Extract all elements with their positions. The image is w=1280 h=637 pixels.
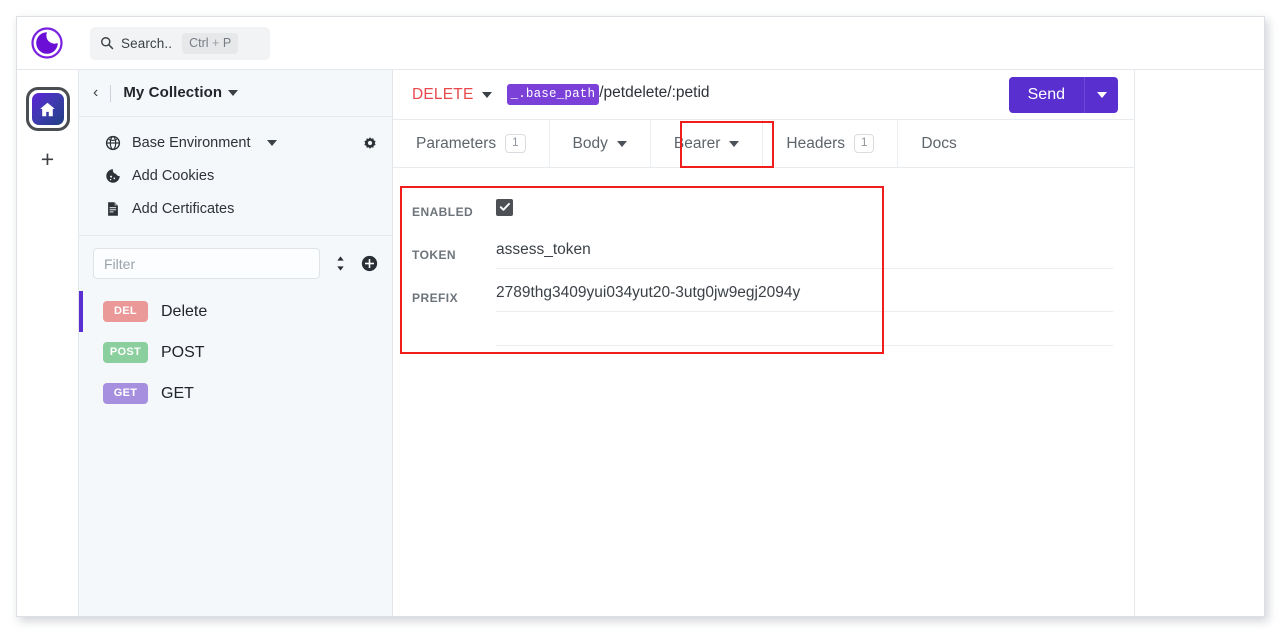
header-divider [110, 84, 112, 102]
tab-label: Headers [786, 134, 845, 152]
checkmark-icon [499, 202, 510, 211]
shortcut-plus: + [212, 35, 220, 50]
token-label: TOKEN [412, 247, 457, 262]
request-row-post[interactable]: POST POST [79, 332, 392, 373]
bearer-auth-form: ENABLED TOKEN assess_token PREFIX 2789th… [393, 168, 1134, 346]
home-button[interactable] [25, 87, 70, 131]
method-badge: POST [103, 342, 148, 363]
url-bar: DELETE _.base_path/petdelete/:petid Send [393, 70, 1134, 120]
send-group: Send [1008, 76, 1118, 113]
add-cookies-button[interactable]: Add Cookies [79, 159, 392, 192]
url-template-variable: _.base_path [506, 84, 600, 105]
prefix-input[interactable]: 2789thg3409yui034yut20-3utg0jw9egj2094y [496, 284, 1113, 312]
sort-button[interactable] [332, 255, 349, 272]
request-label: GET [161, 384, 194, 402]
gear-icon[interactable] [362, 135, 378, 151]
filter-block [79, 235, 392, 289]
tab-badge: 1 [505, 133, 526, 154]
method-badge: GET [103, 383, 148, 404]
search-shortcut-badge: Ctrl + P [182, 32, 239, 54]
chevron-down-icon [481, 91, 492, 98]
tab-label: Parameters [416, 134, 497, 152]
chevron-down-icon [729, 140, 740, 147]
collection-header: ‹ My Collection [79, 70, 392, 116]
sort-icon [337, 256, 344, 271]
collection-title-button[interactable]: My Collection [123, 84, 239, 102]
insomnia-logo-icon [31, 27, 63, 59]
add-certificates-label: Add Certificates [132, 200, 235, 217]
body-split: + ‹ My Collection Base Environment Add C… [17, 70, 1264, 616]
environment-selector[interactable]: Base Environment [79, 126, 392, 159]
request-row-get[interactable]: GET GET [79, 373, 392, 414]
send-dropdown-button[interactable] [1084, 76, 1118, 113]
add-workspace-button[interactable]: + [33, 144, 63, 174]
search-icon [101, 37, 114, 50]
home-tile [31, 93, 64, 125]
new-request-button[interactable] [361, 255, 378, 272]
globe-icon [105, 135, 121, 150]
filter-input[interactable] [93, 248, 320, 279]
tab-badge: 1 [854, 133, 875, 154]
chevron-down-icon [1096, 91, 1107, 98]
auth-row-prefix: PREFIX 2789thg3409yui034yut20-3utg0jw9eg… [393, 276, 1134, 319]
tab-parameters[interactable]: Parameters 1 [393, 120, 550, 167]
request-pane: DELETE _.base_path/petdelete/:petid Send… [393, 70, 1135, 616]
collection-name: My Collection [123, 84, 223, 101]
response-pane [1135, 70, 1264, 616]
tab-bearer[interactable]: Bearer [651, 120, 764, 167]
insomnia-window: Search.. Ctrl + P + ‹ My Collection Base… [16, 16, 1265, 617]
tab-headers[interactable]: Headers 1 [763, 120, 899, 167]
enabled-label: ENABLED [412, 204, 474, 219]
collection-sidebar: ‹ My Collection Base Environment Add Coo… [79, 70, 393, 616]
top-bar: Search.. Ctrl + P [17, 17, 1264, 70]
tab-label: Docs [921, 134, 957, 152]
auth-row-enabled: ENABLED [393, 190, 1134, 233]
shortcut-key: P [222, 35, 232, 50]
request-row-delete[interactable]: DEL Delete [79, 291, 392, 332]
enabled-checkbox[interactable] [496, 198, 513, 216]
auth-row-token: TOKEN assess_token [393, 233, 1134, 276]
shortcut-ctrl: Ctrl [189, 35, 209, 50]
tab-body[interactable]: Body [550, 120, 651, 167]
chevron-down-icon [228, 89, 239, 96]
url-path: /petdelete/:petid [599, 84, 710, 101]
prefix-label: PREFIX [412, 290, 459, 305]
request-list: DEL Delete POST POST GET GET [79, 289, 392, 616]
workspace-rail: + [17, 70, 79, 616]
chevron-down-icon [616, 140, 627, 147]
search-input[interactable]: Search.. Ctrl + P [90, 26, 270, 60]
request-method-label: DELETE [412, 85, 474, 103]
method-badge: DEL [103, 301, 148, 322]
request-tab-strip: Parameters 1 Body Bearer Headers 1 Docs [393, 120, 1134, 168]
auth-form-filler [496, 319, 1113, 346]
environment-label: Base Environment [132, 134, 251, 151]
plus-circle-icon [361, 255, 378, 272]
cookie-icon [106, 168, 120, 183]
chevron-left-icon[interactable]: ‹ [93, 85, 98, 101]
search-placeholder: Search.. [121, 35, 173, 51]
home-icon [40, 102, 55, 116]
chevron-down-icon [267, 139, 278, 146]
add-cookies-label: Add Cookies [132, 167, 215, 184]
plus-icon: + [40, 145, 55, 172]
tab-label: Body [572, 134, 608, 152]
url-field[interactable]: _.base_path/petdelete/:petid [506, 84, 710, 105]
send-button[interactable]: Send [1009, 77, 1084, 113]
request-label: Delete [161, 302, 208, 320]
tab-docs[interactable]: Docs [898, 120, 979, 167]
tab-label: Bearer [673, 134, 721, 152]
token-input[interactable]: assess_token [496, 241, 1113, 269]
environment-block: Base Environment Add Cookies Add Certifi… [79, 116, 392, 235]
add-certificates-button[interactable]: Add Certificates [79, 192, 392, 225]
method-selector[interactable]: DELETE [412, 86, 492, 104]
request-label: POST [161, 343, 205, 361]
certificate-icon [108, 201, 118, 216]
enabled-field [496, 198, 1113, 225]
